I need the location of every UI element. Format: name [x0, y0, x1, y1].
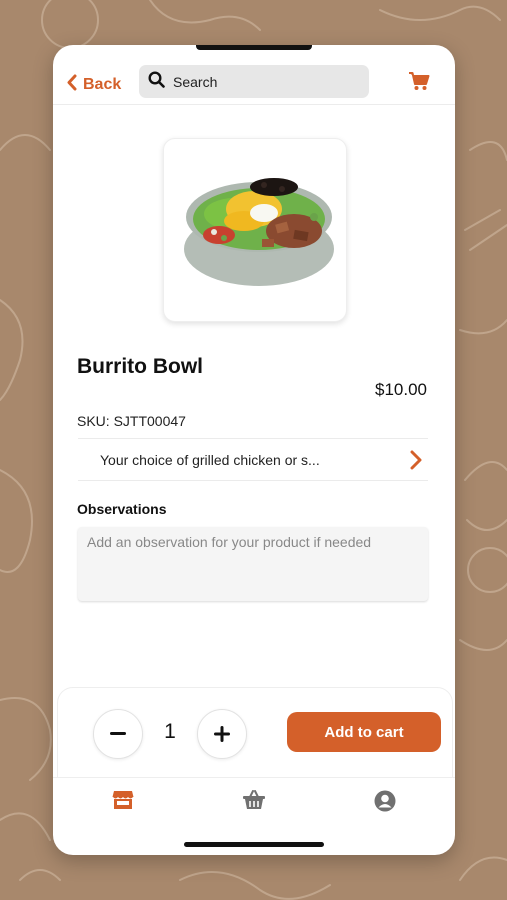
store-icon[interactable] [112, 790, 134, 815]
product-title: Burrito Bowl [77, 355, 203, 378]
basket-icon[interactable] [243, 790, 265, 815]
plus-icon [214, 726, 230, 742]
back-button[interactable]: Back [66, 71, 121, 99]
description-row[interactable]: Your choice of grilled chicken or s... [78, 438, 428, 481]
search-bar[interactable] [139, 65, 369, 98]
search-input[interactable] [173, 73, 343, 90]
home-indicator [184, 842, 324, 847]
device-notch [196, 45, 312, 50]
observations-label: Observations [77, 501, 167, 517]
header-divider [53, 104, 455, 105]
burrito-bowl-image [184, 178, 334, 286]
product-description: Your choice of grilled chicken or s... [100, 451, 320, 468]
product-sku: SKU: SJTT00047 [77, 413, 186, 429]
increase-quantity-button[interactable] [197, 709, 247, 759]
decrease-quantity-button[interactable] [93, 709, 143, 759]
order-bar: 1 Add to cart [57, 687, 453, 789]
product-price: $10.00 [375, 380, 427, 399]
top-header: Back [53, 65, 455, 105]
quantity-value: 1 [164, 720, 176, 743]
bottom-tab-bar [53, 777, 455, 828]
chevron-right-icon [410, 450, 422, 470]
observations-field[interactable] [78, 527, 428, 601]
chevron-left-icon [66, 74, 83, 96]
add-to-cart-button[interactable]: Add to cart [287, 712, 441, 752]
product-image-card [163, 138, 347, 322]
profile-icon[interactable] [374, 790, 396, 817]
minus-icon [110, 732, 126, 735]
phone-screen: Back Search Burrito Bowl $10.00 SKU: SJT… [53, 45, 455, 855]
back-label: Back [83, 76, 122, 93]
search-icon [139, 70, 173, 93]
cart-icon[interactable] [408, 71, 430, 96]
